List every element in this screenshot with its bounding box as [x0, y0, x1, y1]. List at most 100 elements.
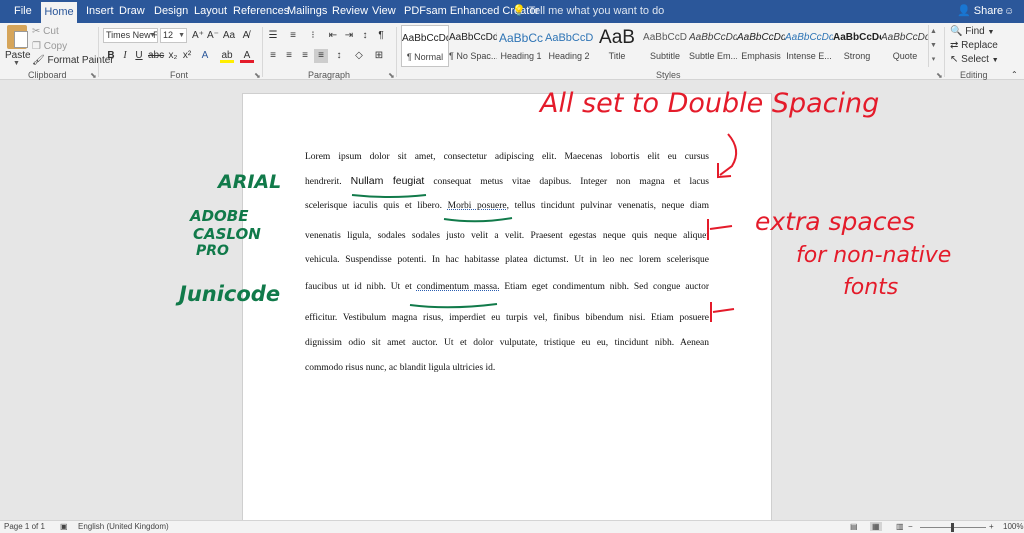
search-icon: 🔍: [950, 26, 963, 37]
line-spacing-icon[interactable]: ↕: [332, 49, 346, 63]
share-button[interactable]: 👤 Share: [957, 0, 1003, 23]
replace-button[interactable]: ⇄ Replace: [950, 40, 998, 51]
underline-icon[interactable]: U: [132, 49, 146, 63]
style-sample: AaBbCcDd: [785, 32, 833, 43]
strikethrough-icon[interactable]: abc: [148, 49, 164, 63]
print-layout-icon[interactable]: ▦: [870, 522, 882, 531]
font-size-select[interactable]: 12 ▼: [160, 28, 187, 43]
tab-file[interactable]: File: [8, 0, 38, 23]
lightbulb-icon: 💡: [512, 5, 526, 17]
font-color-icon[interactable]: A: [240, 49, 254, 63]
align-right-icon[interactable]: ≡: [298, 49, 312, 63]
align-center-icon[interactable]: ≡: [282, 49, 296, 63]
find-button[interactable]: 🔍 Find ▼: [950, 26, 994, 37]
language-indicator[interactable]: English (United Kingdom): [78, 522, 169, 531]
zoom-out-icon[interactable]: −: [908, 522, 913, 531]
text-effects-icon[interactable]: A: [198, 49, 212, 63]
style-quote[interactable]: AaBbCcDd Quote: [881, 25, 929, 67]
styles-gallery: AaBbCcDd ¶ Normal AaBbCcDd ¶ No Spac... …: [401, 25, 937, 67]
change-case-icon[interactable]: Aa: [222, 29, 236, 43]
paragraph-launcher-icon[interactable]: ⬊: [388, 71, 395, 80]
style-name: Intense E...: [786, 51, 832, 61]
multilevel-list-icon[interactable]: ⁝: [306, 29, 320, 43]
find-label: Find: [965, 26, 985, 37]
zoom-in-icon[interactable]: +: [989, 522, 994, 531]
annotation-extra-spaces: extra spaces: [755, 207, 915, 236]
text-run: tellus tincidunt pulvinar venenatis, neq…: [508, 201, 709, 211]
tab-view[interactable]: View: [366, 0, 402, 23]
chevron-down-icon: ▼: [178, 32, 185, 39]
superscript-icon[interactable]: x²: [180, 49, 194, 63]
chevron-up-icon[interactable]: ▲: [929, 25, 938, 39]
page-count[interactable]: Page 1 of 1: [4, 522, 45, 531]
style-intense-emphasis[interactable]: AaBbCcDd Intense E...: [785, 25, 833, 67]
ribbon-tab-bar: File Home Insert Draw Design Layout Refe…: [0, 0, 1024, 23]
cut-button[interactable]: ✂ Cut: [32, 26, 59, 37]
style-normal[interactable]: AaBbCcDd ¶ Normal: [401, 25, 449, 67]
bullets-icon[interactable]: ☰: [266, 29, 280, 43]
proofing-icon[interactable]: ▣: [60, 522, 68, 531]
highlight-icon[interactable]: ab: [220, 49, 234, 63]
style-name: Strong: [843, 51, 871, 61]
style-no-spacing[interactable]: AaBbCcDd ¶ No Spac...: [449, 25, 497, 67]
smiley-icon[interactable]: ☺: [1004, 0, 1014, 23]
italic-icon[interactable]: I: [118, 49, 132, 63]
web-layout-icon[interactable]: ▥: [896, 522, 904, 531]
align-left-icon[interactable]: ≡: [266, 49, 280, 63]
style-name: Heading 1: [500, 51, 542, 61]
zoom-slider-thumb[interactable]: [951, 523, 954, 532]
numbering-icon[interactable]: ≡: [286, 29, 300, 43]
arial-text-run: Nullam feugiat: [350, 175, 425, 187]
style-subtle-emphasis[interactable]: AaBbCcDd Subtle Em...: [689, 25, 737, 67]
clipboard-launcher-icon[interactable]: ⬊: [90, 71, 97, 80]
document-page[interactable]: Lorem ipsum dolor sit amet, consectetur …: [242, 93, 772, 523]
shading-icon[interactable]: ◇: [352, 49, 366, 63]
grow-font-icon[interactable]: A⁺: [191, 29, 205, 43]
divider: [98, 27, 99, 77]
tab-draw[interactable]: Draw: [113, 0, 151, 23]
style-emphasis[interactable]: AaBbCcDd Emphasis: [737, 25, 785, 67]
subscript-icon[interactable]: x₂: [166, 49, 180, 63]
style-subtitle[interactable]: AaBbCcD Subtitle: [641, 25, 689, 67]
sort-icon[interactable]: ↕: [358, 29, 372, 43]
chevron-down-icon[interactable]: ▼: [13, 60, 20, 67]
decrease-indent-icon[interactable]: ⇤: [326, 29, 340, 43]
text-line: dignissim odio sit amet auctor. Ut et do…: [305, 338, 709, 348]
tab-home[interactable]: Home: [41, 2, 77, 23]
style-heading-1[interactable]: AaBbCc Heading 1: [497, 25, 545, 67]
styles-launcher-icon[interactable]: ⬊: [936, 71, 943, 80]
paste-icon[interactable]: [7, 25, 28, 49]
styles-gallery-scroll[interactable]: ▲ ▼ ▾: [928, 25, 938, 67]
gallery-more-icon[interactable]: ▾: [929, 53, 938, 67]
zoom-level[interactable]: 100%: [1003, 522, 1023, 531]
justify-icon[interactable]: ≡: [314, 49, 328, 63]
font-family-select[interactable]: Times New Ro ▼: [103, 28, 158, 43]
divider: [262, 27, 263, 77]
style-heading-2[interactable]: AaBbCcD Heading 2: [545, 25, 593, 67]
chevron-up-icon[interactable]: ⌃: [1011, 70, 1018, 79]
select-button[interactable]: ↖ Select ▼: [950, 54, 999, 65]
style-name: Quote: [892, 51, 918, 61]
chevron-down-icon: ▼: [149, 32, 156, 39]
font-launcher-icon[interactable]: ⬊: [254, 71, 261, 80]
shrink-font-icon[interactable]: A⁻: [206, 29, 220, 43]
clear-formatting-icon[interactable]: A̸: [239, 29, 253, 43]
borders-icon[interactable]: ⊞: [372, 49, 386, 63]
annotation-caslon: CASLON: [193, 225, 261, 243]
brush-icon: 🖌: [32, 55, 45, 66]
read-mode-icon[interactable]: ▤: [850, 522, 858, 531]
style-name: ¶ No Spac...: [449, 51, 497, 61]
style-strong[interactable]: AaBbCcDc Strong: [833, 25, 881, 67]
increase-indent-icon[interactable]: ⇥: [342, 29, 356, 43]
style-sample: AaBbCcDd: [689, 32, 737, 43]
pilcrow-icon[interactable]: ¶: [374, 29, 388, 43]
bold-icon[interactable]: B: [104, 49, 118, 63]
share-label: Share: [973, 5, 1004, 17]
format-painter-button[interactable]: 🖌 Format Painter: [32, 55, 114, 66]
style-title[interactable]: AaB Title: [593, 25, 641, 67]
chevron-down-icon[interactable]: ▼: [929, 39, 938, 53]
scissors-icon: ✂: [32, 26, 41, 37]
annotation-junicode: Junicode: [179, 282, 281, 306]
copy-button[interactable]: ❐ Copy: [32, 41, 67, 52]
tell-me-search[interactable]: 💡 Tell me what you want to do: [512, 0, 664, 23]
